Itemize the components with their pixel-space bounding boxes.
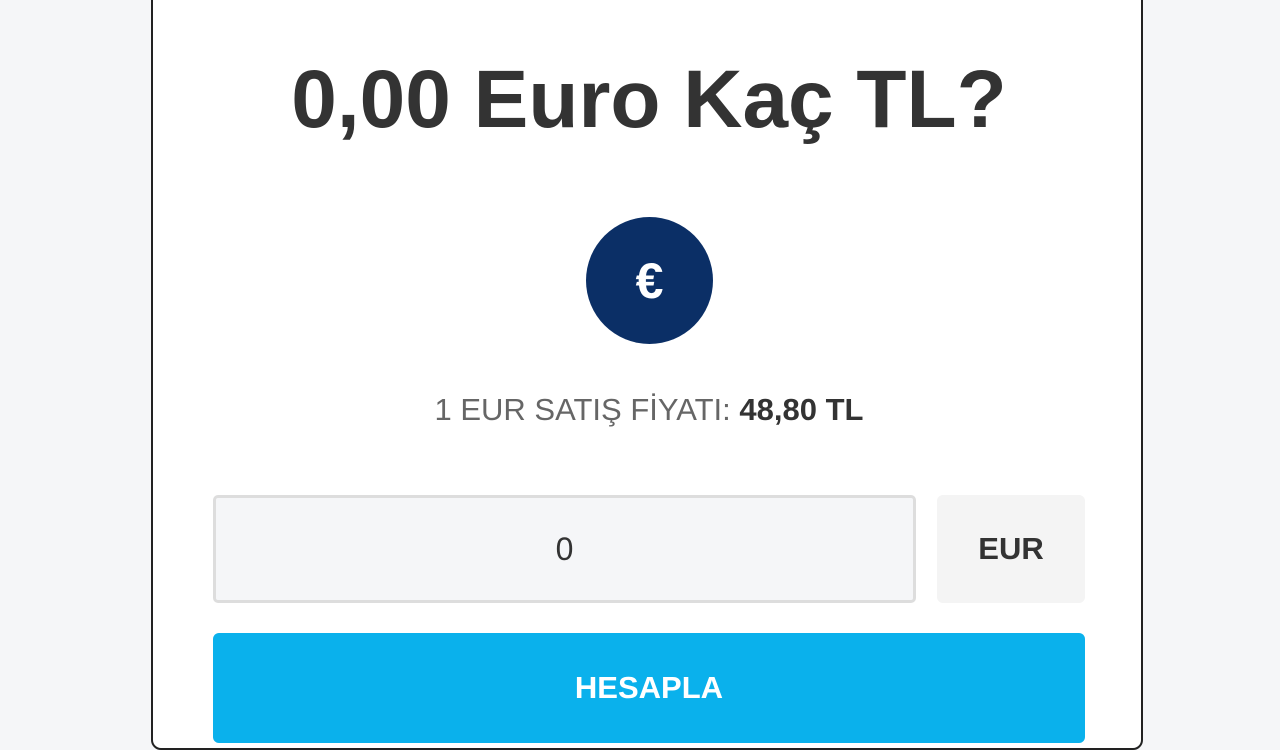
euro-icon: € [586,217,713,344]
rate-label: 1 EUR SATIŞ FİYATI: [434,392,731,427]
converter-card: 0,00 Euro Kaç TL? € 1 EUR SATIŞ FİYATI: … [151,0,1143,750]
exchange-rate: 1 EUR SATIŞ FİYATI: 48,80 TL [153,392,1145,428]
currency-selector[interactable]: EUR [937,495,1085,603]
euro-symbol: € [635,252,664,309]
calculate-button[interactable]: HESAPLA [213,633,1085,743]
rate-value: 48,80 TL [739,392,864,427]
amount-input[interactable] [213,495,916,603]
page-title: 0,00 Euro Kaç TL? [291,54,1007,145]
currency-label: EUR [978,531,1044,566]
